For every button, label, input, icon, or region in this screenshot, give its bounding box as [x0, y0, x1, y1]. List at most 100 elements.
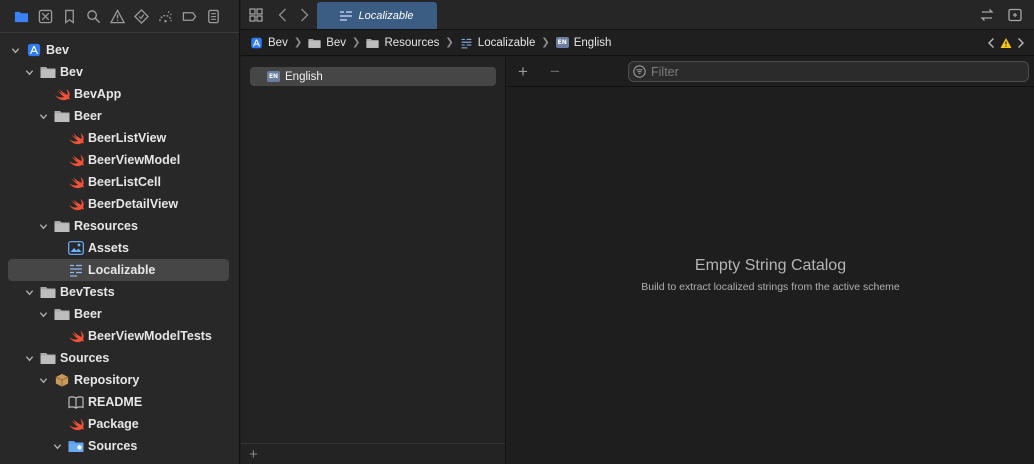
swift-icon: [67, 152, 85, 168]
swift-icon: [67, 174, 85, 190]
tree-row-beerviewmodel[interactable]: BeerViewModel: [0, 149, 239, 171]
swap-arrows-icon[interactable]: [980, 8, 994, 22]
swift-icon: [67, 196, 85, 212]
disclosure-chevron-icon[interactable]: [38, 309, 48, 319]
tree-row-repository[interactable]: Repository: [0, 369, 239, 391]
back-arrow-icon[interactable]: [271, 0, 293, 30]
tree-row-bev[interactable]: Bev: [0, 61, 239, 83]
breadcrumb-label: Bev: [268, 36, 288, 49]
disclosure-chevron-icon[interactable]: [24, 67, 34, 77]
disclosure-chevron-icon[interactable]: [10, 45, 20, 55]
disclosure-chevron-icon[interactable]: [38, 111, 48, 121]
disclosure-chevron-icon[interactable]: [24, 287, 34, 297]
tree-row-label: Resources: [74, 219, 138, 233]
add-editor-icon[interactable]: [1008, 8, 1022, 22]
breadcrumb-label: Bev: [326, 36, 347, 49]
editor-area: Localizable Bev ❯ Bev ❯ Resources ❯ Localizabl…: [241, 0, 1034, 464]
previous-issue-icon[interactable]: [986, 37, 996, 49]
disclosure-chevron-icon: [52, 265, 62, 275]
debug-icon[interactable]: [153, 0, 177, 32]
tree-row-bevtests[interactable]: BevTests: [0, 281, 239, 303]
disclosure-chevron-icon: [52, 155, 62, 165]
breadcrumb-item[interactable]: Localizable: [460, 36, 536, 49]
related-items-grid-icon[interactable]: [241, 0, 271, 30]
breadcrumb-item[interactable]: Bev: [308, 37, 346, 49]
tree-row-sources[interactable]: Sources: [0, 347, 239, 369]
tree-row-label: Assets: [88, 241, 129, 255]
breadcrumb-item[interactable]: EN English: [555, 36, 612, 49]
folder-link-icon: [67, 438, 85, 454]
tree-row-beer[interactable]: Beer: [0, 105, 239, 127]
disclosure-chevron-icon: [52, 331, 62, 341]
tree-row-beerviewmodeltests[interactable]: BeerViewModelTests: [0, 325, 239, 347]
breakpoint-icon[interactable]: [177, 0, 201, 32]
jump-bar: Bev ❯ Bev ❯ Resources ❯ Localizable ❯ EN English: [241, 30, 1034, 56]
tree-row-label: BeerViewModel: [88, 153, 181, 167]
tab-localizable[interactable]: Localizable: [317, 2, 437, 29]
tree-row-package[interactable]: Package: [0, 413, 239, 435]
remove-string-button[interactable]: −: [539, 57, 571, 87]
folder-icon: [308, 37, 321, 49]
disclosure-chevron-icon[interactable]: [52, 441, 62, 451]
asset-catalog-icon: [67, 240, 85, 256]
strings-pane: + − Filter Empty String Catalog Build to…: [507, 57, 1034, 464]
tree-row-label: Beer: [74, 109, 102, 123]
folder-icon: [53, 108, 71, 124]
tab-bar-actions: [980, 0, 1034, 30]
tab-title: Localizable: [358, 9, 414, 22]
breadcrumb-label: Localizable: [477, 36, 536, 49]
breadcrumb-separator-icon: ❯: [445, 37, 454, 48]
find-icon[interactable]: [81, 0, 105, 32]
tree-row-beer[interactable]: Beer: [0, 303, 239, 325]
tree-row-readme[interactable]: README: [0, 391, 239, 413]
breadcrumb-separator-icon: ❯: [541, 37, 550, 48]
disclosure-chevron-icon[interactable]: [38, 221, 48, 231]
forward-arrow-icon[interactable]: [293, 0, 315, 30]
disclosure-chevron-icon[interactable]: [38, 375, 48, 385]
tree-row-label: Beer: [74, 307, 102, 321]
disclosure-chevron-icon: [52, 133, 62, 143]
tree-row-beerlistview[interactable]: BeerListView: [0, 127, 239, 149]
tree-row-label: Bev: [46, 43, 69, 57]
warning-icon[interactable]: [1000, 37, 1012, 49]
tree-row-beerdetailview[interactable]: BeerDetailView: [0, 193, 239, 215]
folder-icon: [53, 218, 71, 234]
breadcrumb-item[interactable]: Bev: [250, 37, 288, 49]
language-row-english[interactable]: EN English: [250, 67, 496, 86]
tree-row-label: BeerListView: [88, 131, 167, 145]
tree-row-bev[interactable]: Bev: [0, 39, 239, 61]
swift-icon: [67, 130, 85, 146]
en-badge-icon: EN: [555, 37, 569, 48]
empty-state-title: Empty String Catalog: [694, 257, 847, 274]
report-icon[interactable]: [201, 0, 225, 32]
project-navigator-icon[interactable]: [9, 0, 33, 32]
breadcrumb-item[interactable]: Resources: [366, 37, 439, 49]
file-tree: Bev Bev BevApp Beer BeerListView BeerViewMode…: [0, 39, 239, 457]
tree-row-beerlistcell[interactable]: BeerListCell: [0, 171, 239, 193]
breadcrumb-label: English: [573, 36, 612, 49]
tree-row-resources[interactable]: Resources: [0, 215, 239, 237]
empty-state-subtitle: Build to extract localized strings from …: [641, 281, 900, 293]
disclosure-chevron-icon: [38, 89, 48, 99]
add-language-button[interactable]: +: [249, 446, 258, 463]
string-catalog-editor: EN English + + − Filter Empty String Cat…: [241, 57, 1034, 464]
next-issue-icon[interactable]: [1016, 37, 1026, 49]
filter-field[interactable]: Filter: [628, 61, 1029, 82]
tree-row-sources[interactable]: Sources: [0, 435, 239, 457]
xcode-project-icon: [25, 42, 43, 58]
folder-icon: [39, 64, 57, 80]
tree-row-label: BeerDetailView: [88, 197, 179, 211]
source-control-icon[interactable]: [33, 0, 57, 32]
tree-row-label: BevApp: [74, 87, 122, 101]
tree-row-localizable[interactable]: Localizable: [0, 259, 239, 281]
disclosure-chevron-icon[interactable]: [24, 353, 34, 363]
issue-warning-icon[interactable]: [105, 0, 129, 32]
tree-row-label: Package: [88, 417, 139, 431]
bookmark-icon[interactable]: [57, 0, 81, 32]
tree-row-assets[interactable]: Assets: [0, 237, 239, 259]
add-string-button[interactable]: +: [507, 57, 539, 87]
tree-row-label: Sources: [60, 351, 110, 365]
test-icon[interactable]: [129, 0, 153, 32]
strings-toolbar: + − Filter: [507, 57, 1034, 87]
tree-row-bevapp[interactable]: BevApp: [0, 83, 239, 105]
